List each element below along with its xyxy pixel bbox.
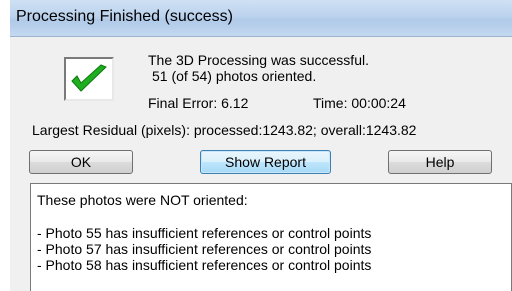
success-indicator (64, 57, 114, 101)
processing-dialog: Processing Finished (success) The 3D Pro… (10, 0, 512, 291)
elapsed-time: Time: 00:00:24 (313, 95, 406, 111)
list-item: - Photo 57 has insufficient references o… (37, 241, 372, 257)
list-item: - Photo 58 has insufficient references o… (37, 257, 372, 273)
report-list[interactable]: These photos were NOT oriented: - Photo … (30, 183, 512, 291)
title-bar[interactable]: Processing Finished (success) (10, 0, 512, 37)
status-message: The 3D Processing was successful. (148, 52, 369, 68)
checkmark-icon (71, 64, 107, 92)
help-button[interactable]: Help (388, 150, 492, 174)
dialog-title: Processing Finished (success) (16, 8, 233, 25)
show-report-button[interactable]: Show Report (200, 150, 331, 174)
ok-button[interactable]: OK (29, 150, 133, 174)
oriented-count: 51 (of 54) photos oriented. (152, 68, 317, 84)
final-error: Final Error: 6.12 (148, 95, 249, 111)
report-heading: These photos were NOT oriented: (37, 192, 248, 208)
list-item: - Photo 55 has insufficient references o… (37, 225, 372, 241)
largest-residual: Largest Residual (pixels): processed:124… (32, 122, 417, 138)
